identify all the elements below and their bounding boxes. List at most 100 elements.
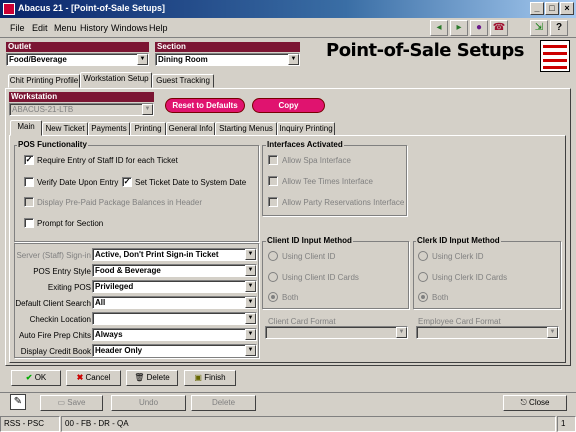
check-icon: ✔ <box>25 373 33 382</box>
chevron-down-icon: ▼ <box>137 54 148 65</box>
auto-fire-prep-chits-select[interactable]: Always ▼ <box>92 328 257 341</box>
tab-chit-printing-profile[interactable]: Chit Printing Profile <box>8 74 80 88</box>
x-icon: ✖ <box>76 373 84 382</box>
exit-icon[interactable]: ⇲ <box>530 20 548 36</box>
tab-printing[interactable]: Printing <box>130 122 166 136</box>
chevron-down-icon: ▼ <box>142 104 153 115</box>
chevron-down-icon: ▼ <box>396 327 407 338</box>
help-icon[interactable]: ? <box>550 20 568 36</box>
party-reservations-label: Allow Party Reservations Interface <box>282 198 405 207</box>
menu-menu[interactable]: Menu <box>54 23 77 33</box>
prepaid-balances-label: Display Pre-Paid Package Balances in Hea… <box>37 198 202 207</box>
bottom-delete-button[interactable]: Delete <box>191 395 256 411</box>
using-clerk-id-radio[interactable] <box>418 251 428 261</box>
section-select[interactable]: Dining Room ▼ <box>155 53 300 66</box>
default-client-search-select[interactable]: All ▼ <box>92 296 257 309</box>
maximize-button[interactable]: □ <box>545 2 559 15</box>
minimize-button[interactable]: _ <box>530 2 544 15</box>
chevron-down-icon: ▼ <box>245 265 256 276</box>
chevron-down-icon: ▼ <box>245 313 256 324</box>
copy-button[interactable]: Copy <box>252 98 325 113</box>
outlet-label: Outlet <box>6 42 149 52</box>
chevron-down-icon: ▼ <box>288 54 299 65</box>
phone-icon[interactable]: ☎ <box>490 20 508 36</box>
menu-file[interactable]: File <box>10 23 25 33</box>
tab-inquiry-printing[interactable]: Inquiry Printing <box>277 122 335 136</box>
reset-to-defaults-button[interactable]: Reset to Defaults <box>165 98 245 113</box>
tab-starting-menus[interactable]: Starting Menus <box>215 122 277 136</box>
door-icon: ⎋ <box>520 398 527 407</box>
set-ticket-date-label: Set Ticket Date to System Date <box>135 178 247 187</box>
employee-card-format-label: Employee Card Format <box>418 317 501 326</box>
arrow-left-icon[interactable]: ◂ <box>430 20 448 36</box>
tab-new-ticket[interactable]: New Ticket <box>42 122 88 136</box>
client-card-format-label: Client Card Format <box>268 317 336 326</box>
arrow-right-icon[interactable]: ▸ <box>450 20 468 36</box>
chevron-down-icon: ▼ <box>245 297 256 308</box>
prompt-section-checkbox[interactable] <box>24 218 34 228</box>
tab-general-info[interactable]: General Info <box>166 122 215 136</box>
chevron-down-icon: ▼ <box>547 327 558 338</box>
delete-button[interactable]: 🗑 Delete <box>126 370 178 386</box>
cancel-button[interactable]: ✖ Cancel <box>66 370 121 386</box>
clerk-both-label: Both <box>432 293 449 302</box>
party-reservations-checkbox[interactable] <box>268 197 278 207</box>
close-window-button[interactable]: × <box>560 2 574 15</box>
menu-history[interactable]: History <box>80 23 108 33</box>
form-icon[interactable]: ✎ <box>10 394 26 410</box>
using-clerk-id-cards-label: Using Clerk ID Cards <box>432 273 508 282</box>
person-icon[interactable]: ● <box>470 20 488 36</box>
using-client-id-cards-radio[interactable] <box>268 272 278 282</box>
workstation-select[interactable]: ABACUS-21-LTB ▼ <box>9 103 154 116</box>
chevron-down-icon: ▼ <box>245 249 256 260</box>
ok-button[interactable]: ✔ OK <box>11 370 61 386</box>
menu-windows[interactable]: Windows <box>111 23 148 33</box>
window-title: Abacus 21 - [Point-of-Sale Setups] <box>18 3 166 13</box>
using-client-id-cards-label: Using Client ID Cards <box>282 273 359 282</box>
using-clerk-id-cards-radio[interactable] <box>418 272 428 282</box>
exiting-pos-select[interactable]: Privileged ▼ <box>92 280 257 293</box>
clerk-id-title: Clerk ID Input Method <box>416 236 501 245</box>
client-both-radio[interactable] <box>268 292 278 302</box>
clerk-both-radio[interactable] <box>418 292 428 302</box>
chevron-down-icon: ▼ <box>245 329 256 340</box>
checkin-location-select[interactable]: ▼ <box>92 312 257 325</box>
outlet-select[interactable]: Food/Beverage ▼ <box>6 53 149 66</box>
verify-date-checkbox[interactable] <box>24 177 34 187</box>
close-button[interactable]: ⎋ Close <box>503 395 567 411</box>
workstation-label: Workstation <box>9 92 154 102</box>
require-staff-id-label: Require Entry of Staff ID for each Ticke… <box>37 156 178 165</box>
abacus-logo-icon <box>540 40 570 72</box>
finish-button[interactable]: ▣ Finish <box>184 370 236 386</box>
pos-entry-style-select[interactable]: Food & Beverage ▼ <box>92 264 257 277</box>
interfaces-title: Interfaces Activated <box>266 140 344 149</box>
tab-guest-tracking[interactable]: Guest Tracking <box>152 74 214 88</box>
default-client-search-label: Default Client Search <box>15 299 91 308</box>
tab-payments[interactable]: Payments <box>88 122 130 136</box>
tee-times-checkbox[interactable] <box>268 176 278 186</box>
server-signin-select[interactable]: Active, Don't Print Sign-in Ticket ▼ <box>92 248 257 261</box>
using-clerk-id-label: Using Clerk ID <box>432 252 484 261</box>
save-button[interactable]: ▭ Save <box>40 395 103 411</box>
spa-interface-checkbox[interactable] <box>268 155 278 165</box>
require-staff-id-checkbox[interactable]: ✓ <box>24 155 34 165</box>
tab-workstation-setup[interactable]: Workstation Setup <box>80 72 152 88</box>
tab-main[interactable]: Main <box>10 120 42 136</box>
using-client-id-radio[interactable] <box>268 251 278 261</box>
pos-entry-style-label: POS Entry Style <box>33 267 91 276</box>
chevron-down-icon: ▼ <box>245 281 256 292</box>
display-credit-book-select[interactable]: Header Only ▼ <box>92 344 257 357</box>
undo-button[interactable]: Undo <box>111 395 186 411</box>
menu-edit[interactable]: Edit <box>32 23 48 33</box>
status-count: 1 <box>557 416 576 432</box>
set-ticket-date-checkbox[interactable]: ✓ <box>122 177 132 187</box>
client-card-format-select[interactable]: ▼ <box>265 326 408 339</box>
pos-functionality-title: POS Functionality <box>17 140 88 149</box>
trash-icon: 🗑 <box>134 373 145 382</box>
prepaid-balances-checkbox[interactable] <box>24 197 34 207</box>
section-label: Section <box>155 42 300 52</box>
client-id-title: Client ID Input Method <box>266 236 353 245</box>
menu-help[interactable]: Help <box>149 23 168 33</box>
server-signin-label: Server (Staff) Sign-in <box>16 251 91 260</box>
employee-card-format-select[interactable]: ▼ <box>416 326 559 339</box>
